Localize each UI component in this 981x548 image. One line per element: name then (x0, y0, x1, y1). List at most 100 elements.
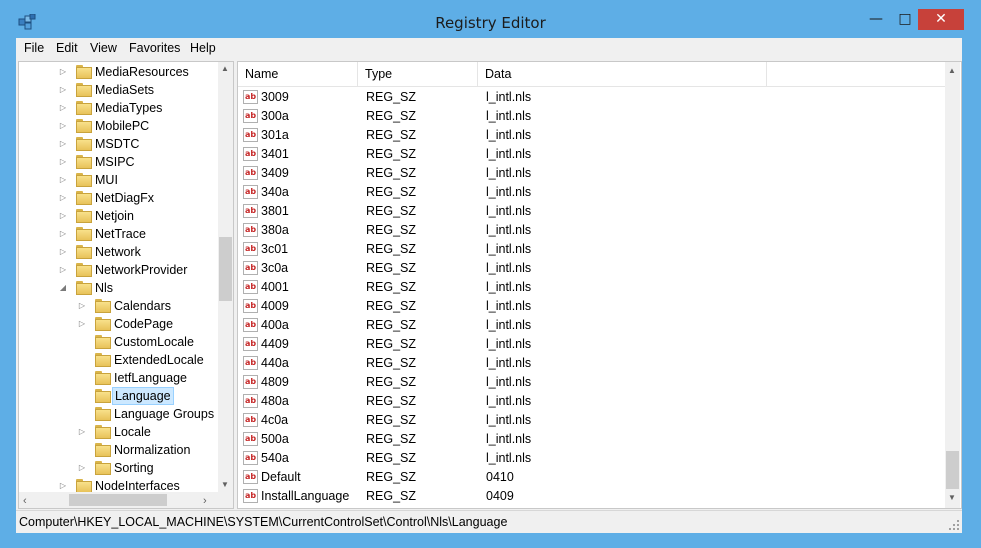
list-row[interactable]: ab 440a REG_SZ l_intl.nls (238, 354, 945, 373)
list-row[interactable]: ab 500a REG_SZ l_intl.nls (238, 430, 945, 449)
list-row[interactable]: ab 300a REG_SZ l_intl.nls (238, 107, 945, 126)
collapsed-arrow-icon[interactable]: ▷ (58, 81, 68, 99)
tree-item[interactable]: ▷ NetDiagFx (19, 189, 218, 207)
tree-item[interactable]: ▷ MobilePC (19, 117, 218, 135)
key-tree-pane[interactable]: ▷ MediaResources ▷ MediaSets ▷ MediaTypes ▷ Mob… (18, 61, 234, 509)
list-row[interactable]: ab 4809 REG_SZ l_intl.nls (238, 373, 945, 392)
tree-item[interactable]: Language (19, 387, 218, 405)
tree-item[interactable]: ▷ NetTrace (19, 225, 218, 243)
string-value-icon: ab (243, 394, 258, 408)
menu-edit[interactable]: Edit (56, 38, 78, 59)
list-row[interactable]: ab 3801 REG_SZ l_intl.nls (238, 202, 945, 221)
minimize-button[interactable]: — (861, 9, 891, 29)
collapsed-arrow-icon[interactable]: ▷ (58, 207, 68, 225)
expanded-arrow-icon[interactable]: ◢ (58, 279, 68, 297)
list-row[interactable]: ab 301a REG_SZ l_intl.nls (238, 126, 945, 145)
collapsed-arrow-icon[interactable]: ▷ (77, 423, 87, 441)
menu-help[interactable]: Help (190, 38, 216, 59)
tree-item[interactable]: Normalization (19, 441, 218, 459)
tree-item[interactable]: ▷ MediaSets (19, 81, 218, 99)
list-row[interactable]: ab 3409 REG_SZ l_intl.nls (238, 164, 945, 183)
tree-item[interactable]: ▷ MSDTC (19, 135, 218, 153)
tree-item-label: Locale (114, 425, 151, 439)
tree-item-label: Netjoin (95, 209, 134, 223)
tree-item[interactable]: ▷ MediaTypes (19, 99, 218, 117)
tree-item[interactable]: CustomLocale (19, 333, 218, 351)
tree-hscroll-thumb[interactable] (69, 494, 167, 506)
list-row[interactable]: ab InstallLanguage REG_SZ 0409 (238, 487, 945, 506)
list-row[interactable]: ab 380a REG_SZ l_intl.nls (238, 221, 945, 240)
tree-item[interactable]: ◢ Nls (19, 279, 218, 297)
tree-item[interactable]: ▷ Sorting (19, 459, 218, 477)
list-row[interactable]: ab Default REG_SZ 0410 (238, 468, 945, 487)
collapsed-arrow-icon[interactable]: ▷ (58, 189, 68, 207)
tree-item[interactable]: IetfLanguage (19, 369, 218, 387)
menu-file[interactable]: File (24, 38, 44, 59)
cell-type: REG_SZ (366, 90, 417, 104)
tree-scroll-thumb[interactable] (219, 237, 232, 301)
tree-item[interactable]: ▷ MSIPC (19, 153, 218, 171)
list-row[interactable]: ab 3c01 REG_SZ l_intl.nls (238, 240, 945, 259)
folder-icon (95, 425, 111, 439)
column-header-data[interactable]: Data (478, 62, 767, 86)
collapsed-arrow-icon[interactable]: ▷ (58, 171, 68, 189)
collapsed-arrow-icon[interactable]: ▷ (77, 315, 87, 333)
close-button[interactable]: ✕ (918, 9, 964, 30)
string-value-icon: ab (243, 128, 258, 142)
list-row[interactable]: ab 400a REG_SZ l_intl.nls (238, 316, 945, 335)
collapsed-arrow-icon[interactable]: ▷ (77, 459, 87, 477)
tree-item[interactable]: ▷ Netjoin (19, 207, 218, 225)
scroll-left-arrow-icon[interactable]: ‹ (23, 495, 27, 507)
cell-type: REG_SZ (366, 318, 417, 332)
tree-item[interactable]: ▷ MediaResources (19, 63, 218, 81)
list-row[interactable]: ab 3401 REG_SZ l_intl.nls (238, 145, 945, 164)
list-row[interactable]: ab 4009 REG_SZ l_intl.nls (238, 297, 945, 316)
tree-item[interactable]: ▷ Locale (19, 423, 218, 441)
folder-icon (76, 137, 92, 151)
scroll-right-arrow-icon[interactable]: › (203, 495, 207, 507)
scroll-down-arrow-icon[interactable]: ▼ (221, 480, 229, 489)
list-row[interactable]: ab 4409 REG_SZ l_intl.nls (238, 335, 945, 354)
list-row[interactable]: ab 340a REG_SZ l_intl.nls (238, 183, 945, 202)
collapsed-arrow-icon[interactable]: ▷ (58, 63, 68, 81)
collapsed-arrow-icon[interactable]: ▷ (58, 153, 68, 171)
list-row[interactable]: ab 480a REG_SZ l_intl.nls (238, 392, 945, 411)
list-row[interactable]: ab 4001 REG_SZ l_intl.nls (238, 278, 945, 297)
list-row[interactable]: ab 4c0a REG_SZ l_intl.nls (238, 411, 945, 430)
tree-item[interactable]: ExtendedLocale (19, 351, 218, 369)
tree-item[interactable]: ▷ MUI (19, 171, 218, 189)
collapsed-arrow-icon[interactable]: ▷ (58, 261, 68, 279)
values-list-pane[interactable]: Name Type Data ab 3009 REG_SZ l_intl.nls ab 3… (237, 61, 962, 509)
string-value-icon: ab (243, 337, 258, 351)
list-scroll-up-arrow-icon[interactable]: ▲ (948, 66, 956, 75)
collapsed-arrow-icon[interactable]: ▷ (77, 297, 87, 315)
list-row[interactable]: ab 540a REG_SZ l_intl.nls (238, 449, 945, 468)
maximize-button[interactable]: □ (892, 9, 918, 29)
column-header-name[interactable]: Name (238, 62, 358, 86)
collapsed-arrow-icon[interactable]: ▷ (58, 99, 68, 117)
cell-name: 340a (261, 185, 289, 199)
resize-grip-icon[interactable] (949, 520, 959, 530)
list-row[interactable]: ab 3c0a REG_SZ l_intl.nls (238, 259, 945, 278)
menu-favorites[interactable]: Favorites (129, 38, 180, 59)
list-vertical-scrollbar[interactable]: ▲ ▼ (945, 62, 960, 508)
tree-horizontal-scrollbar[interactable]: ‹ › (19, 492, 218, 508)
title-bar[interactable]: Registry Editor — □ ✕ (0, 0, 981, 38)
tree-item[interactable]: ▷ Calendars (19, 297, 218, 315)
column-header-type[interactable]: Type (358, 62, 478, 86)
menu-view[interactable]: View (90, 38, 117, 59)
list-row[interactable]: ab 3009 REG_SZ l_intl.nls (238, 88, 945, 107)
collapsed-arrow-icon[interactable]: ▷ (58, 243, 68, 261)
collapsed-arrow-icon[interactable]: ▷ (58, 117, 68, 135)
list-scroll-down-arrow-icon[interactable]: ▼ (948, 493, 956, 502)
scroll-up-arrow-icon[interactable]: ▲ (221, 64, 229, 73)
tree-item[interactable]: ▷ CodePage (19, 315, 218, 333)
tree-vertical-scrollbar[interactable]: ▲ ▼ (218, 62, 233, 492)
folder-icon (95, 371, 111, 385)
tree-item[interactable]: ▷ Network (19, 243, 218, 261)
collapsed-arrow-icon[interactable]: ▷ (58, 135, 68, 153)
tree-item[interactable]: Language Groups (19, 405, 218, 423)
list-scroll-thumb[interactable] (946, 451, 959, 489)
tree-item[interactable]: ▷ NetworkProvider (19, 261, 218, 279)
collapsed-arrow-icon[interactable]: ▷ (58, 225, 68, 243)
